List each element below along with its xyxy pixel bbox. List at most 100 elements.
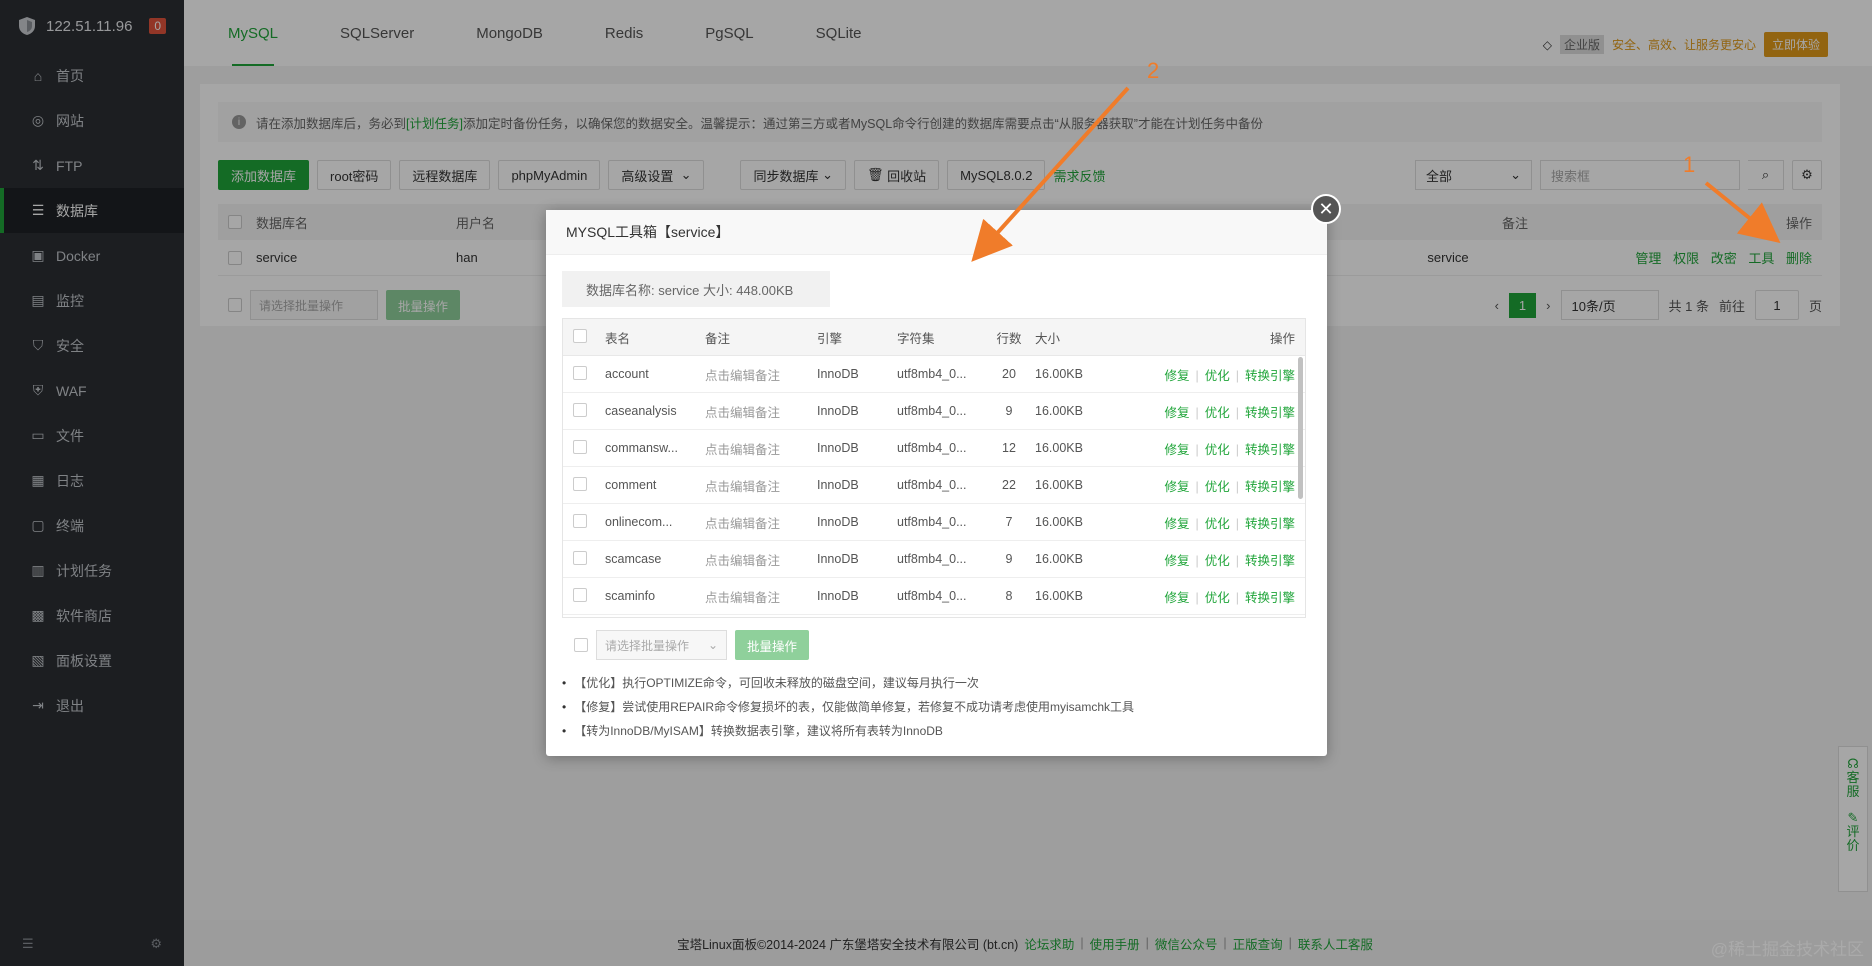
convert-engine-link[interactable]: 转换引擎 (1245, 480, 1295, 494)
annotation-number-2: 2 (1147, 58, 1160, 83)
separator: | (1235, 479, 1239, 494)
row-actions: 修复 | 优化 | 转换引擎 (1131, 365, 1305, 384)
row-checkbox[interactable] (573, 402, 587, 417)
optimize-link[interactable]: 优化 (1205, 480, 1230, 494)
separator: | (1235, 516, 1239, 531)
convert-engine-link[interactable]: 转换引擎 (1245, 591, 1295, 605)
optimize-link[interactable]: 优化 (1205, 591, 1230, 605)
table-name: scamcase (605, 552, 662, 566)
row-checkbox[interactable] (573, 365, 587, 380)
annotation-number-1: 1 (1683, 152, 1696, 177)
convert-engine-link[interactable]: 转换引擎 (1245, 517, 1295, 531)
separator: | (1235, 442, 1239, 457)
col-remark: 备注 (705, 331, 731, 346)
table-rows: 8 (1005, 589, 1013, 603)
tip-item: 【优化】执行OPTIMIZE命令，可回收未释放的磁盘空间，建议每月执行一次 (562, 671, 1134, 695)
table-charset: utf8mb4_0... (897, 478, 967, 492)
row-actions: 修复 | 优化 | 转换引擎 (1131, 476, 1305, 495)
table-row: onlinecom... 点击编辑备注 InnoDB utf8mb4_0... 7 16.… (563, 504, 1305, 541)
table-charset: utf8mb4_0... (897, 515, 967, 529)
optimize-link[interactable]: 优化 (1205, 517, 1230, 531)
table-engine: InnoDB (817, 589, 859, 603)
repair-link[interactable]: 修复 (1164, 554, 1189, 568)
table-remark[interactable]: 点击编辑备注 (705, 513, 817, 532)
repair-link[interactable]: 修复 (1164, 517, 1189, 531)
table-charset: utf8mb4_0... (897, 552, 967, 566)
table-engine: InnoDB (817, 515, 859, 529)
table-remark[interactable]: 点击编辑备注 (705, 402, 817, 421)
separator: | (1235, 553, 1239, 568)
table-size: 16.00KB (1035, 367, 1083, 381)
separator: | (1195, 442, 1199, 457)
separator: | (1195, 590, 1199, 605)
db-info-box: 数据库名称: service 大小: 448.00KB (562, 271, 830, 307)
row-actions: 修复 | 优化 | 转换引擎 (1131, 402, 1305, 421)
tables-list: 表名 备注 引擎 字符集 行数 大小 操作 account 点击编辑备注 InnoD… (562, 318, 1306, 618)
modal-bulk-button[interactable]: 批量操作 (735, 630, 810, 660)
row-actions: 修复 | 优化 | 转换引擎 (1131, 550, 1305, 569)
table-engine: InnoDB (817, 441, 859, 455)
table-name: account (605, 367, 649, 381)
chevron-down-icon: ⌄ (707, 638, 718, 652)
table-rows: 9 (1005, 404, 1013, 418)
separator: | (1195, 479, 1199, 494)
row-checkbox[interactable] (573, 513, 587, 528)
scrollbar[interactable] (1298, 357, 1303, 499)
col-table-name: 表名 (605, 331, 631, 346)
col-ops: 操作 (1269, 331, 1295, 346)
tips-list: 【优化】执行OPTIMIZE命令，可回收未释放的磁盘空间，建议每月执行一次 【修… (562, 671, 1134, 743)
table-remark[interactable]: 点击编辑备注 (705, 476, 817, 495)
row-checkbox[interactable] (573, 476, 587, 491)
table-size: 16.00KB (1035, 515, 1083, 529)
separator: | (1235, 368, 1239, 383)
optimize-link[interactable]: 优化 (1205, 406, 1230, 420)
tables-header: 表名 备注 引擎 字符集 行数 大小 操作 (563, 319, 1305, 356)
table-remark[interactable]: 点击编辑备注 (705, 365, 817, 384)
separator: | (1235, 590, 1239, 605)
row-actions: 修复 | 优化 | 转换引擎 (1131, 513, 1305, 532)
table-charset: utf8mb4_0... (897, 589, 967, 603)
separator: | (1195, 405, 1199, 420)
table-name: commansw... (605, 441, 678, 455)
convert-engine-link[interactable]: 转换引擎 (1245, 369, 1295, 383)
table-remark[interactable]: 点击编辑备注 (705, 550, 817, 569)
table-engine: InnoDB (817, 478, 859, 492)
table-rows: 12 (1002, 441, 1016, 455)
table-row: commansw... 点击编辑备注 InnoDB utf8mb4_0... 12 16.… (563, 430, 1305, 467)
table-row: caseanalysis 点击编辑备注 InnoDB utf8mb4_0... 9 16.… (563, 393, 1305, 430)
modal-bulk-select[interactable]: 请选择批量操作 ⌄ (596, 630, 727, 660)
repair-link[interactable]: 修复 (1164, 443, 1189, 457)
repair-link[interactable]: 修复 (1164, 369, 1189, 383)
repair-link[interactable]: 修复 (1164, 406, 1189, 420)
row-checkbox[interactable] (573, 587, 587, 602)
optimize-link[interactable]: 优化 (1205, 443, 1230, 457)
row-actions: 修复 | 优化 | 转换引擎 (1131, 587, 1305, 606)
modal-batch-bar: 请选择批量操作 ⌄ 批量操作 (574, 630, 810, 660)
table-size: 16.00KB (1035, 589, 1083, 603)
repair-link[interactable]: 修复 (1164, 480, 1189, 494)
table-name: onlinecom... (605, 515, 673, 529)
table-row: account 点击编辑备注 InnoDB utf8mb4_0... 20 16.00KB… (563, 356, 1305, 393)
convert-engine-link[interactable]: 转换引擎 (1245, 443, 1295, 457)
row-checkbox[interactable] (573, 439, 587, 454)
modal-bulk-checkbox[interactable] (574, 638, 588, 652)
bulk-select-placeholder: 请选择批量操作 (605, 638, 690, 653)
select-all-tables-checkbox[interactable] (573, 328, 587, 343)
convert-engine-link[interactable]: 转换引擎 (1245, 554, 1295, 568)
optimize-link[interactable]: 优化 (1205, 554, 1230, 568)
convert-engine-link[interactable]: 转换引擎 (1245, 406, 1295, 420)
table-size: 16.00KB (1035, 552, 1083, 566)
table-remark[interactable]: 点击编辑备注 (705, 439, 817, 458)
repair-link[interactable]: 修复 (1164, 591, 1189, 605)
optimize-link[interactable]: 优化 (1205, 369, 1230, 383)
tables-body: account 点击编辑备注 InnoDB utf8mb4_0... 20 16.00KB… (563, 356, 1305, 615)
table-remark[interactable]: 点击编辑备注 (705, 587, 817, 606)
table-rows: 7 (1005, 515, 1013, 529)
table-engine: InnoDB (817, 367, 859, 381)
separator: | (1235, 405, 1239, 420)
close-icon[interactable]: ✕ (1311, 194, 1341, 224)
row-checkbox[interactable] (573, 550, 587, 565)
modal-title: MYSQL工具箱【service】 (546, 210, 1327, 255)
table-size: 16.00KB (1035, 404, 1083, 418)
separator: | (1195, 368, 1199, 383)
